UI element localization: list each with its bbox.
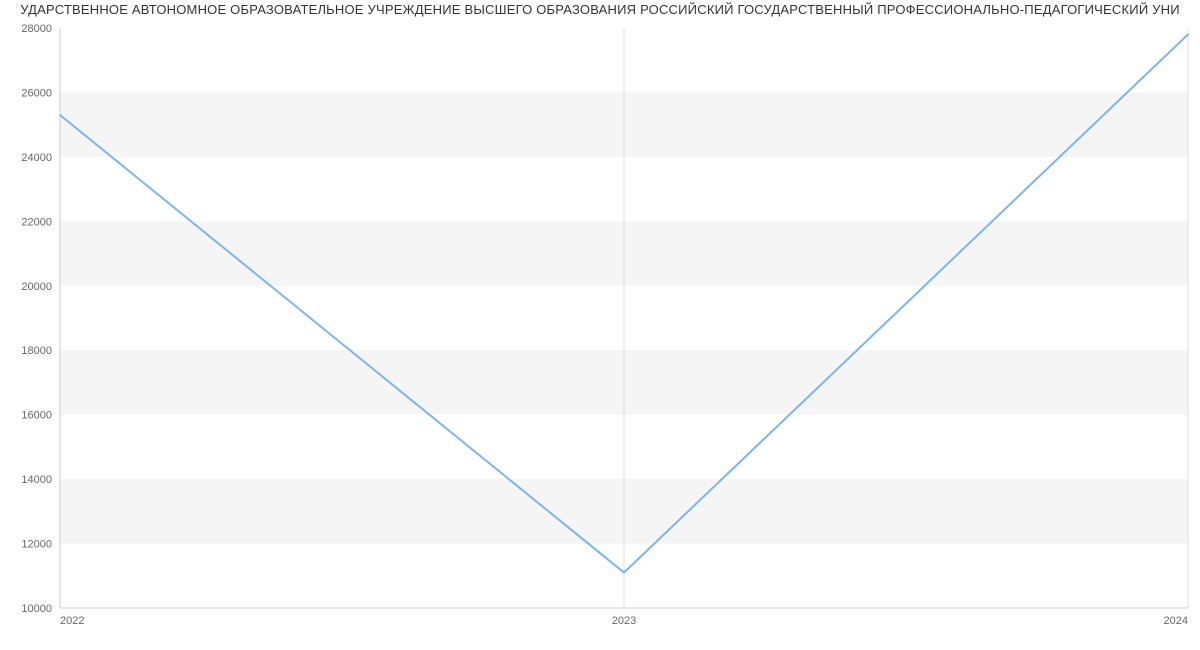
y-tick: 26000 — [21, 87, 52, 99]
svg-text:2022: 2022 — [60, 615, 84, 627]
y-tick: 14000 — [21, 474, 52, 486]
chart-svg: 10000 12000 14000 16000 18000 20000 22000 24000… — [0, 0, 1200, 650]
x-tick: 2023 — [612, 615, 636, 627]
svg-text:2024: 2024 — [1164, 615, 1188, 627]
svg-text:2023: 2023 — [612, 615, 636, 627]
svg-text:20000: 20000 — [21, 281, 52, 293]
svg-text:16000: 16000 — [21, 410, 52, 422]
svg-text:10000: 10000 — [21, 603, 52, 615]
x-tick: 2024 — [1164, 615, 1188, 627]
y-tick: 18000 — [21, 345, 52, 357]
y-tick: 28000 — [21, 23, 52, 35]
svg-text:24000: 24000 — [21, 152, 52, 164]
svg-text:26000: 26000 — [21, 87, 52, 99]
y-tick: 20000 — [21, 281, 52, 293]
svg-text:28000: 28000 — [21, 23, 52, 35]
svg-text:18000: 18000 — [21, 345, 52, 357]
y-tick: 10000 — [21, 603, 52, 615]
y-tick: 16000 — [21, 410, 52, 422]
y-tick: 22000 — [21, 216, 52, 228]
chart-container: УДАРСТВЕННОЕ АВТОНОМНОЕ ОБРАЗОВАТЕЛЬНОЕ … — [0, 0, 1200, 650]
svg-text:22000: 22000 — [21, 216, 52, 228]
y-tick: 24000 — [21, 152, 52, 164]
svg-text:14000: 14000 — [21, 474, 52, 486]
svg-text:12000: 12000 — [21, 539, 52, 551]
x-tick: 2022 — [60, 615, 84, 627]
y-tick: 12000 — [21, 539, 52, 551]
